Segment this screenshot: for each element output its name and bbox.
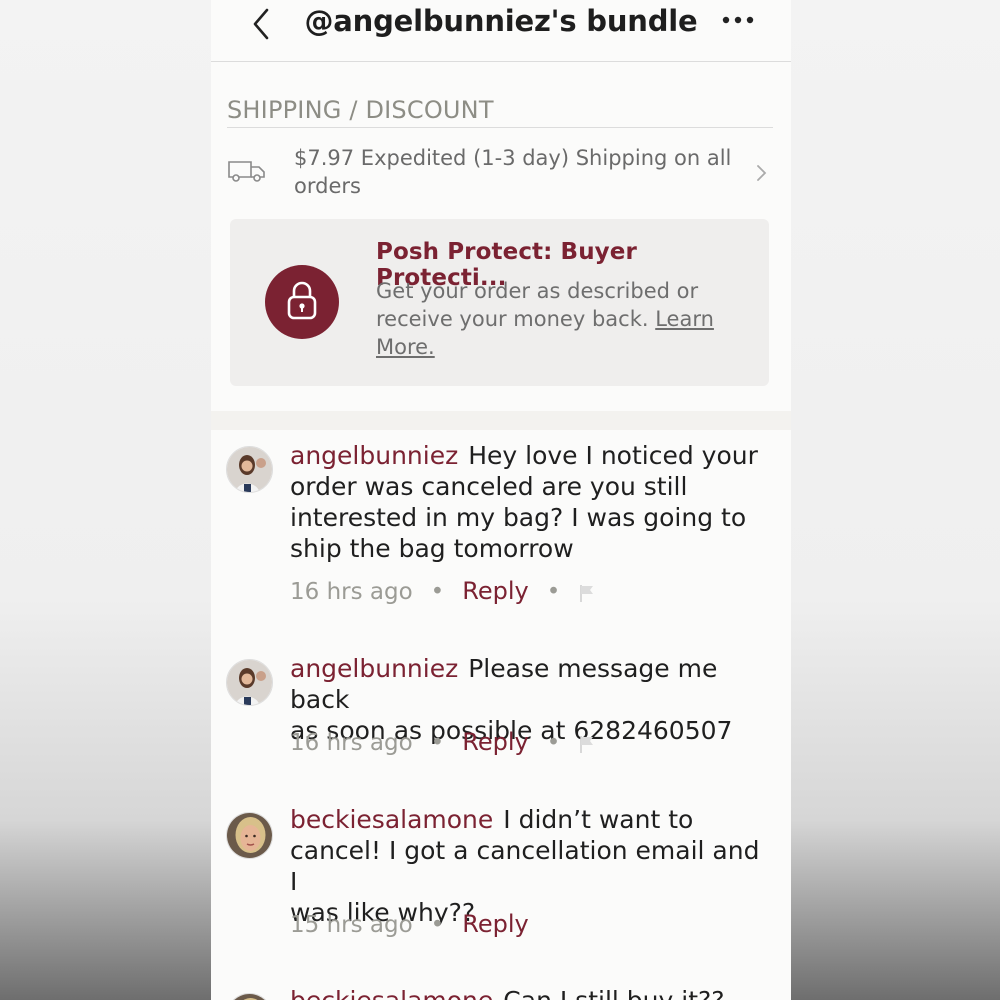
separator-dot: • (430, 730, 445, 756)
comment-line: ship the bag tomorrow (290, 534, 574, 563)
comment-timestamp: 16 hrs ago (290, 730, 413, 756)
shipping-line-2: orders (294, 174, 361, 198)
header-bar: @angelbunniez's bundle (211, 0, 791, 62)
comment-line: beckiesalamone Can I still buy it?? (290, 985, 770, 1000)
comment-line: beckiesalamone I didn’t want to (290, 804, 770, 835)
flag-icon[interactable] (578, 583, 596, 603)
bundle-screen: @angelbunniez's bundle SHIPPING / DISCOU… (211, 0, 791, 1000)
learn-more-link-continued[interactable]: More. (376, 335, 435, 359)
background-left (0, 0, 211, 1000)
comment-meta: 16 hrs ago • Reply • (290, 728, 596, 756)
reply-button[interactable]: Reply (462, 577, 528, 605)
avatar-image (227, 994, 272, 1000)
comment-meta: 16 hrs ago • Reply • (290, 577, 596, 605)
avatar-image (227, 447, 272, 492)
comment-line: angelbunniez Please message me back (290, 653, 770, 715)
page-title: @angelbunniez's bundle (304, 4, 698, 38)
comment-line: angelbunniez Hey love I noticed your (290, 440, 770, 471)
protect-line-1: Get your order as described or (376, 279, 699, 303)
comment-username[interactable]: beckiesalamone (290, 986, 493, 1000)
truck-icon (228, 161, 265, 182)
shipping-line-1: $7.97 Expedited (1-3 day) Shipping on al… (294, 146, 732, 170)
flag-icon[interactable] (578, 734, 596, 754)
avatar[interactable] (226, 446, 273, 493)
section-divider (211, 411, 791, 430)
shipping-text: $7.97 Expedited (1-3 day) Shipping on al… (294, 144, 734, 200)
avatar-image (227, 813, 272, 858)
avatar-image (227, 660, 272, 705)
separator-dot: • (430, 912, 445, 938)
lock-badge (265, 265, 339, 339)
avatar[interactable] (226, 993, 273, 1000)
protect-line-2-text: receive your money back. (376, 307, 649, 331)
comment-line: interested in my bag? I was going to (290, 503, 747, 532)
protect-line-2: receive your money back. Learn (376, 305, 746, 333)
more-options-button[interactable] (721, 6, 757, 34)
more-horizontal-icon (722, 16, 754, 24)
lock-icon (287, 281, 317, 320)
comment-text: angelbunniez Hey love I noticed your orde… (290, 440, 770, 564)
comment-timestamp: 16 hrs ago (290, 579, 413, 605)
protect-description: Get your order as described or receive y… (376, 277, 746, 361)
comment-line: cancel! I got a cancellation email and I (290, 836, 760, 896)
avatar[interactable] (226, 659, 273, 706)
posh-protect-card: Posh Protect: Buyer Protecti... Get your… (230, 219, 769, 386)
comment-line-text: I didn’t want to (503, 805, 694, 834)
comment-line-text: Can I still buy it?? (503, 986, 724, 1000)
comment-meta: 15 hrs ago • Reply (290, 910, 529, 938)
separator-dot: • (546, 579, 561, 605)
comment-line-text: Hey love I noticed your (468, 441, 758, 470)
chevron-right-icon (757, 165, 767, 181)
comment-username[interactable]: angelbunniez (290, 654, 458, 683)
comment-text: beckiesalamone Can I still buy it?? (290, 985, 770, 1000)
separator-dot: • (546, 730, 561, 756)
shipping-discount-row[interactable]: $7.97 Expedited (1-3 day) Shipping on al… (227, 144, 773, 204)
comment-timestamp: 15 hrs ago (290, 912, 413, 938)
shipping-section-title: SHIPPING / DISCOUNT (227, 96, 773, 128)
avatar[interactable] (226, 812, 273, 859)
comment-username[interactable]: angelbunniez (290, 441, 458, 470)
comment-username[interactable]: beckiesalamone (290, 805, 493, 834)
background-right (791, 0, 1000, 1000)
protect-line-3: More. (376, 333, 746, 361)
comment-line: order was canceled are you still (290, 472, 688, 501)
separator-dot: • (430, 579, 445, 605)
learn-more-link[interactable]: Learn (655, 307, 714, 331)
reply-button[interactable]: Reply (462, 910, 528, 938)
reply-button[interactable]: Reply (462, 728, 528, 756)
